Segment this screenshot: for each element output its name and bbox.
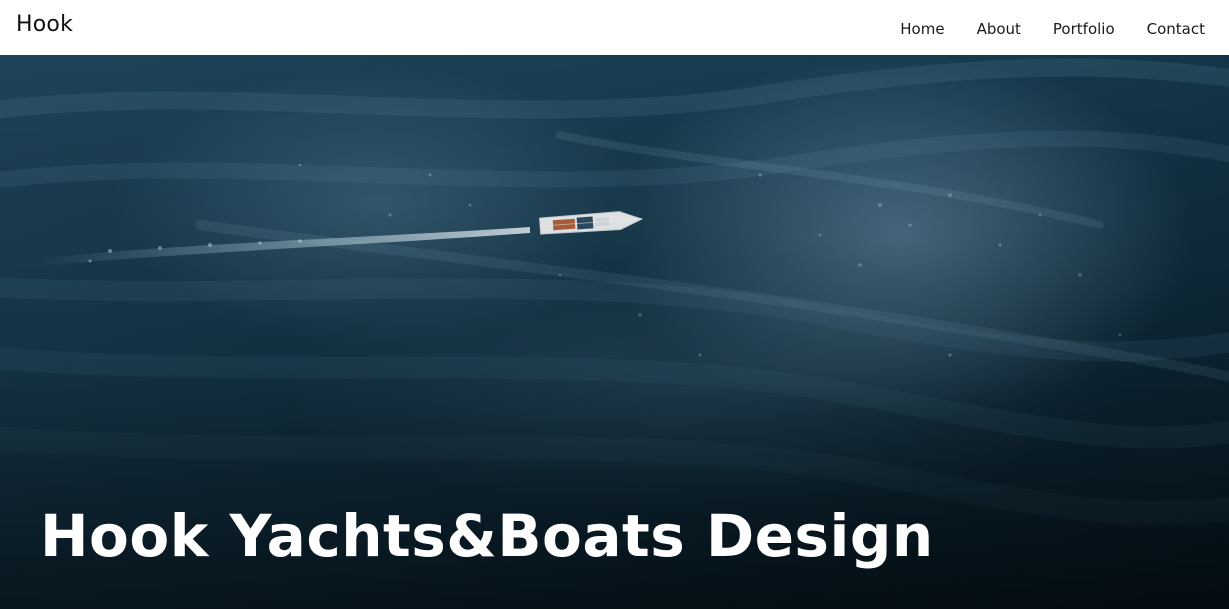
hero-section: Hook Yachts&Boats Design xyxy=(0,55,1229,609)
brand-logo[interactable]: Hook xyxy=(16,12,73,37)
nav-link-portfolio[interactable]: Portfolio xyxy=(1053,20,1115,38)
nav-link-home[interactable]: Home xyxy=(900,20,944,38)
nav-link-about[interactable]: About xyxy=(977,20,1021,38)
nav-link-contact[interactable]: Contact xyxy=(1147,20,1205,38)
hero-title: Hook Yachts&Boats Design xyxy=(40,502,934,570)
navbar: Hook Home About Portfolio Contact xyxy=(0,0,1229,55)
main-nav: Home About Portfolio Contact xyxy=(900,20,1205,38)
